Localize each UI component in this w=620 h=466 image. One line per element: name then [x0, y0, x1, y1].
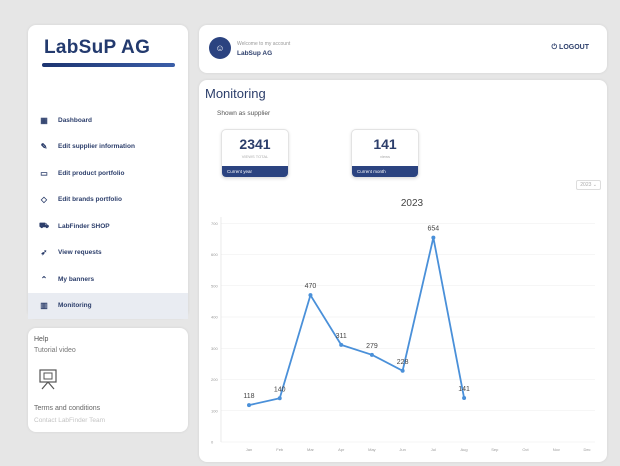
logout-button[interactable]: ⏻ LOGOUT — [552, 44, 589, 52]
sidebar-item-label: Edit product portfolio — [58, 169, 125, 177]
sidebar-item-label: LabFinder SHOP — [58, 222, 110, 230]
sidebar-nav: ▦ Dashboard ✎ Edit supplier information ▭ Edi… — [28, 107, 188, 346]
x-tick-label: Oct — [522, 447, 529, 452]
sidebar-item-label: My banners — [58, 275, 95, 283]
views-line-chart: 2023 0 100 200 300 400 500 600 700 Jan Feb Mar Apr Ma… — [211, 198, 595, 452]
data-point[interactable] — [400, 368, 405, 373]
help-title: Help — [34, 336, 49, 343]
monitoring-panel: Monitoring Shown as supplier 2341 VIEWS … — [199, 80, 607, 462]
data-label: 279 — [366, 343, 378, 350]
nav-icon: ▥ — [40, 301, 48, 311]
sidebar-item-label: Edit brands portfolio — [58, 196, 122, 204]
nav-icon: ▭ — [40, 168, 48, 178]
y-tick-label: 700 — [211, 221, 218, 226]
sidebar-item-label: Dashboard — [58, 116, 92, 124]
nav-icon: ✎ — [40, 142, 48, 152]
y-tick-label: 600 — [211, 252, 218, 257]
sidebar-item-label: Edit supplier information — [58, 143, 135, 151]
y-tick-label: 200 — [211, 377, 218, 382]
data-point[interactable] — [277, 396, 282, 401]
sidebar-item-label: Monitoring — [58, 302, 92, 310]
x-tick-label: May — [368, 447, 376, 452]
data-point[interactable] — [462, 395, 467, 400]
x-tick-label: Jul — [431, 447, 436, 452]
x-tick-label: Dec — [583, 447, 590, 452]
account-bar: ☺ Welcome to my account LabSup AG ⏻ LOGO… — [199, 25, 607, 73]
data-point[interactable] — [339, 342, 344, 347]
sidebar-item-labfinder-shop[interactable]: ⛟ LabFinder SHOP — [28, 213, 188, 240]
logout-label: LOGOUT — [559, 44, 589, 51]
x-tick-label: Jan — [246, 447, 252, 452]
series-line — [248, 237, 465, 407]
data-label: 470 — [305, 283, 317, 290]
contact-link[interactable]: Contact LabFinder Team — [34, 417, 105, 424]
x-tick-label: Feb — [276, 447, 284, 452]
tutorial-video-link[interactable]: Tutorial video — [34, 347, 76, 354]
y-tick-label: 500 — [211, 283, 218, 288]
nav-icon: ▦ — [40, 115, 48, 125]
sidebar: LabSuP AG ▦ Dashboard ✎ Edit supplier infor… — [28, 25, 188, 337]
help-card: Help Tutorial video Terms and conditions… — [28, 328, 188, 432]
sidebar-item-dashboard[interactable]: ▦ Dashboard — [28, 107, 188, 134]
terms-link[interactable]: Terms and conditions — [34, 405, 100, 412]
presentation-board-icon[interactable] — [38, 368, 58, 390]
company-name: LabSup AG — [237, 50, 273, 57]
y-tick-label: 100 — [211, 408, 218, 413]
welcome-text: Welcome to my account — [237, 41, 291, 47]
sidebar-item-my-banners[interactable]: ⌃ My banners — [28, 266, 188, 293]
data-label: 228 — [397, 359, 409, 366]
nav-icon: ◇ — [40, 195, 48, 205]
data-label: 654 — [428, 226, 440, 233]
x-tick-label: Nov — [553, 447, 560, 452]
sidebar-item-edit-supplier-information[interactable]: ✎ Edit supplier information — [28, 134, 188, 161]
data-point[interactable] — [369, 352, 374, 357]
y-tick-label: 0 — [211, 440, 214, 445]
sidebar-item-view-requests[interactable]: ➶ View requests — [28, 240, 188, 267]
data-point[interactable] — [431, 235, 436, 240]
nav-icon: ⌃ — [40, 274, 48, 284]
x-tick-label: Jun — [399, 447, 405, 452]
x-tick-label: Mar — [307, 447, 315, 452]
nav-icon: ⛟ — [38, 221, 50, 231]
data-point[interactable] — [247, 403, 251, 408]
logo-underline — [42, 63, 175, 67]
data-label: 141 — [458, 386, 470, 393]
y-tick-label: 300 — [211, 346, 218, 351]
brand-logo[interactable]: LabSuP AG — [44, 37, 150, 59]
power-icon: ⏻ — [551, 44, 558, 51]
sidebar-item-edit-brands-portfolio[interactable]: ◇ Edit brands portfolio — [28, 187, 188, 214]
x-tick-label: Sep — [491, 447, 499, 452]
data-point[interactable] — [308, 293, 313, 298]
nav-icon: ➶ — [40, 248, 48, 258]
sidebar-item-edit-product-portfolio[interactable]: ▭ Edit product portfolio — [28, 160, 188, 187]
sidebar-item-monitoring[interactable]: ▥ Monitoring — [28, 292, 188, 319]
chart-title: 2023 — [401, 198, 424, 209]
data-label: 118 — [243, 393, 254, 400]
y-tick-label: 400 — [211, 315, 218, 320]
sidebar-item-label: View requests — [58, 249, 102, 257]
x-tick-label: Apr — [338, 447, 345, 452]
x-tick-label: Aug — [461, 447, 468, 452]
data-label: 140 — [274, 386, 286, 393]
user-icon[interactable]: ☺ — [209, 37, 231, 59]
data-label: 311 — [336, 333, 347, 340]
